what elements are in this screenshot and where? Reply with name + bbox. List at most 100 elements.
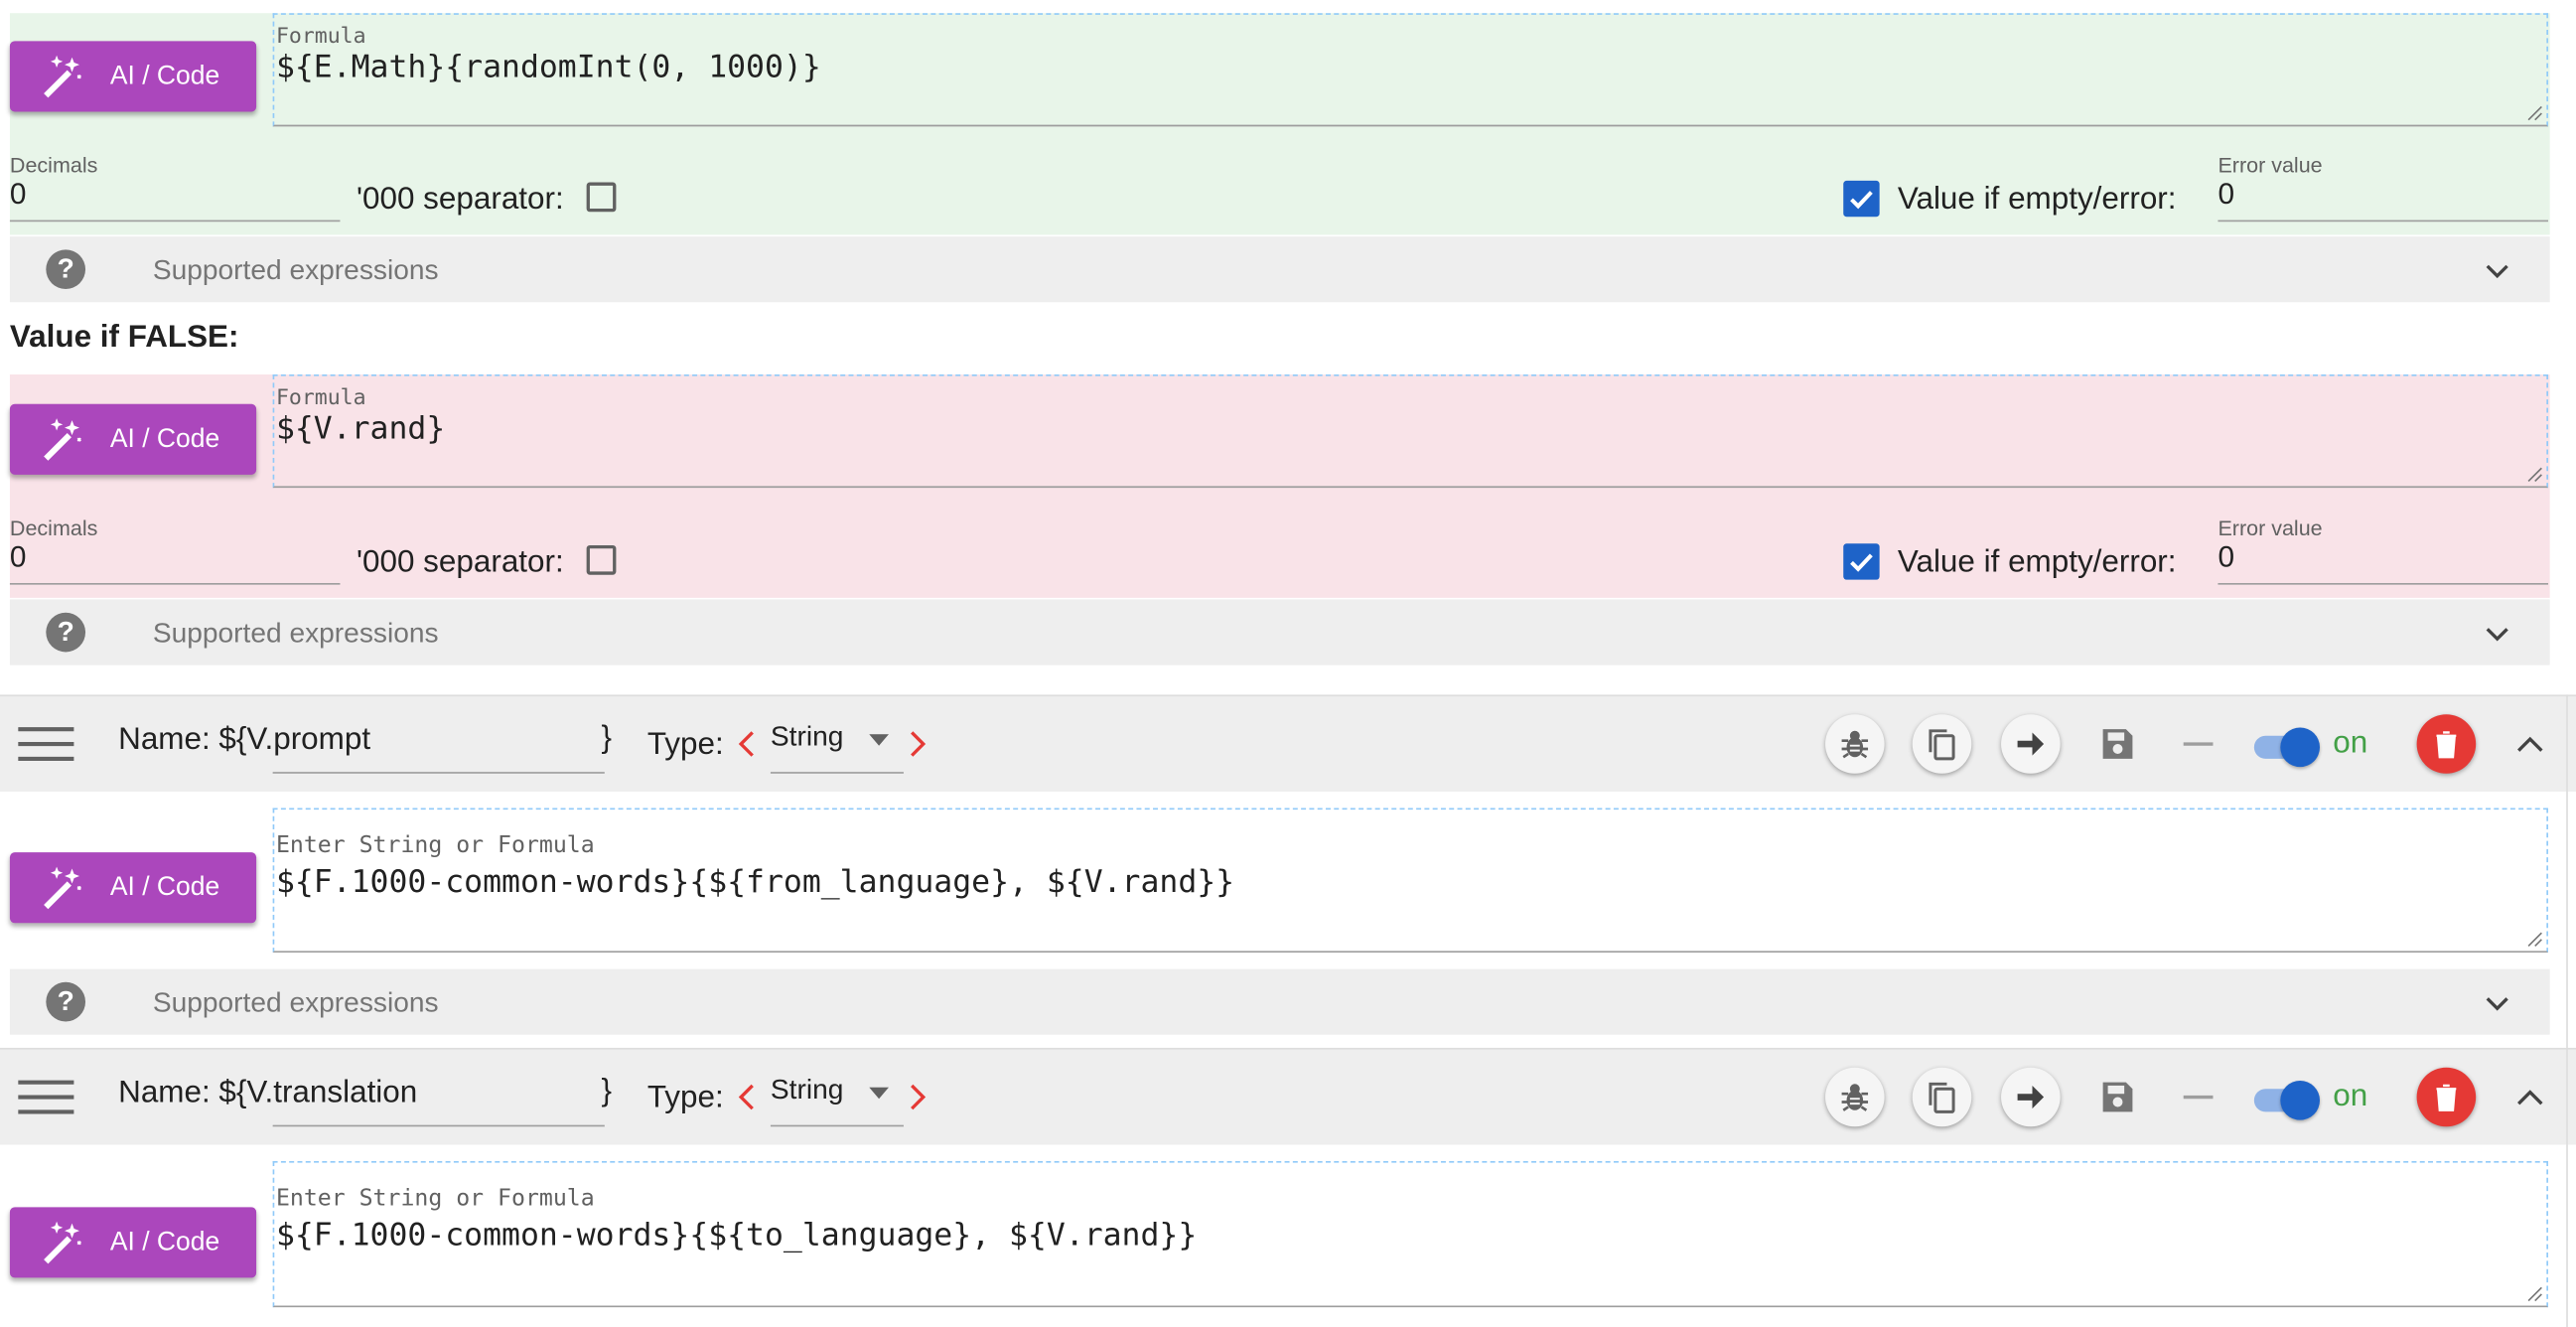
type-next-icon[interactable] bbox=[909, 729, 929, 759]
formula-textarea[interactable]: Formula ${E.Math}{randomInt(0, 1000)} bbox=[272, 13, 2548, 127]
type-label: Type: bbox=[646, 727, 724, 763]
name-underline bbox=[272, 772, 605, 774]
bug-icon bbox=[1841, 730, 1869, 759]
variable-header: Name: ${V.prompt } Type: String on bbox=[0, 694, 2576, 792]
drag-handle-icon[interactable] bbox=[18, 1078, 74, 1117]
type-select[interactable]: String bbox=[771, 1074, 843, 1106]
value-if-empty-label: Value if empty/error: bbox=[1897, 182, 2177, 218]
drag-handle-icon[interactable] bbox=[18, 724, 74, 764]
separator-checkbox[interactable] bbox=[586, 544, 617, 575]
supported-expressions-label: Supported expressions bbox=[152, 254, 439, 286]
error-value-field[interactable]: Error value 0 bbox=[2218, 516, 2548, 585]
name-prefix: Name: ${ bbox=[118, 722, 247, 758]
help-icon: ? bbox=[46, 981, 86, 1022]
supported-expressions-bar[interactable]: ? Supported expressions bbox=[9, 968, 2550, 1035]
chevron-down-icon bbox=[2486, 264, 2508, 279]
debug-button[interactable] bbox=[1825, 1067, 1885, 1127]
magic-wand-icon bbox=[44, 1220, 81, 1263]
ai-code-button[interactable]: AI / Code bbox=[9, 852, 257, 924]
formula-textarea[interactable]: Formula ${V.rand} bbox=[272, 373, 2548, 489]
variable-name-field[interactable]: Name: ${V.prompt bbox=[118, 723, 370, 759]
magic-wand-icon bbox=[44, 54, 81, 97]
ai-code-button-label: AI / Code bbox=[109, 1227, 220, 1256]
type-label: Type: bbox=[646, 1081, 724, 1115]
move-button[interactable] bbox=[2001, 714, 2061, 774]
delete-button[interactable] bbox=[2416, 714, 2477, 774]
resize-grip-icon[interactable] bbox=[2526, 932, 2543, 949]
error-value-label: Error value bbox=[2218, 516, 2323, 541]
chevron-up-icon[interactable] bbox=[2513, 1084, 2546, 1109]
decimals-field[interactable]: Decimals 0 bbox=[9, 152, 341, 222]
ai-code-button[interactable]: AI / Code bbox=[9, 1207, 257, 1278]
magic-wand-icon bbox=[44, 417, 81, 460]
value-if-empty-checkbox[interactable] bbox=[1843, 543, 1880, 580]
delete-button[interactable] bbox=[2416, 1067, 2477, 1127]
resize-grip-icon[interactable] bbox=[2526, 467, 2543, 484]
value-if-empty-label: Value if empty/error: bbox=[1897, 544, 2177, 580]
formula-value: ${V.rand} bbox=[275, 410, 446, 447]
copy-icon bbox=[1929, 1082, 1955, 1113]
toggle-label: on bbox=[2333, 1079, 2368, 1114]
debug-button[interactable] bbox=[1825, 714, 1885, 774]
move-button[interactable] bbox=[2001, 1067, 2061, 1127]
caret-down-icon[interactable] bbox=[869, 734, 890, 747]
decimals-value: 0 bbox=[9, 177, 27, 211]
chevron-down-icon bbox=[2486, 628, 2508, 642]
save-icon[interactable] bbox=[2098, 1078, 2138, 1117]
name-prefix: Name: ${ bbox=[118, 1076, 247, 1110]
copy-button[interactable] bbox=[1912, 1067, 1972, 1127]
check-icon bbox=[1850, 191, 1873, 210]
check-icon bbox=[1850, 553, 1873, 572]
separator-label: '000 separator: bbox=[357, 182, 564, 218]
supported-expressions-bar[interactable]: ? Supported expressions bbox=[9, 599, 2550, 665]
enabled-toggle[interactable] bbox=[2253, 1079, 2321, 1120]
value-if-empty-checkbox[interactable] bbox=[1843, 180, 1880, 218]
ai-code-button-label: AI / Code bbox=[109, 872, 220, 901]
arrow-right-icon bbox=[2017, 1085, 2045, 1109]
ai-code-button-label: AI / Code bbox=[109, 424, 220, 453]
resize-grip-icon[interactable] bbox=[2526, 105, 2543, 122]
enabled-toggle[interactable] bbox=[2253, 726, 2321, 768]
supported-expressions-label: Supported expressions bbox=[152, 617, 439, 650]
copy-icon bbox=[1929, 729, 1955, 761]
variable-name-field[interactable]: Name: ${V.translation bbox=[118, 1076, 417, 1111]
caret-down-icon[interactable] bbox=[869, 1087, 890, 1101]
copy-button[interactable] bbox=[1912, 714, 1972, 774]
decimals-field[interactable]: Decimals 0 bbox=[9, 516, 341, 585]
string-or-formula-textarea[interactable]: Enter String or Formula ${F.1000-common-… bbox=[272, 808, 2548, 954]
variable-header: Name: ${V.translation } Type: String on bbox=[0, 1047, 2576, 1145]
type-prev-icon[interactable] bbox=[736, 729, 756, 759]
ai-code-button[interactable]: AI / Code bbox=[9, 403, 257, 475]
minus-icon[interactable] bbox=[2179, 1078, 2218, 1117]
supported-expressions-bar[interactable]: ? Supported expressions bbox=[9, 236, 2550, 303]
decimals-value: 0 bbox=[9, 540, 27, 574]
decimals-label: Decimals bbox=[9, 516, 98, 541]
trash-icon bbox=[2436, 1084, 2457, 1111]
name-suffix: } bbox=[601, 720, 613, 756]
string-or-formula-textarea[interactable]: Enter String or Formula ${F.1000-common-… bbox=[272, 1161, 2548, 1308]
toggle-label: on bbox=[2333, 725, 2368, 761]
minus-icon[interactable] bbox=[2179, 724, 2218, 764]
magic-wand-icon bbox=[44, 865, 81, 909]
separator-checkbox[interactable] bbox=[586, 182, 617, 213]
error-value-field[interactable]: Error value 0 bbox=[2218, 152, 2548, 222]
help-icon: ? bbox=[46, 249, 86, 290]
ai-code-button-label: AI / Code bbox=[109, 62, 220, 90]
formula-label: Formula bbox=[275, 24, 366, 50]
error-value-value: 0 bbox=[2218, 540, 2235, 574]
ai-code-button[interactable]: AI / Code bbox=[9, 41, 257, 112]
resize-grip-icon[interactable] bbox=[2526, 1286, 2543, 1303]
value-if-false-label: Value if FALSE: bbox=[9, 320, 239, 356]
type-prev-icon[interactable] bbox=[736, 1083, 756, 1112]
chevron-up-icon[interactable] bbox=[2513, 731, 2546, 757]
separator-label: '000 separator: bbox=[357, 544, 564, 580]
decimals-label: Decimals bbox=[9, 152, 98, 178]
type-select[interactable]: String bbox=[771, 721, 843, 754]
save-icon[interactable] bbox=[2098, 724, 2138, 764]
bug-icon bbox=[1841, 1084, 1869, 1111]
type-next-icon[interactable] bbox=[909, 1083, 929, 1112]
container-edge bbox=[2566, 694, 2568, 1327]
error-value-label: Error value bbox=[2218, 152, 2323, 178]
error-value-value: 0 bbox=[2218, 177, 2235, 211]
string-or-formula-label: Enter String or Formula bbox=[275, 832, 595, 859]
